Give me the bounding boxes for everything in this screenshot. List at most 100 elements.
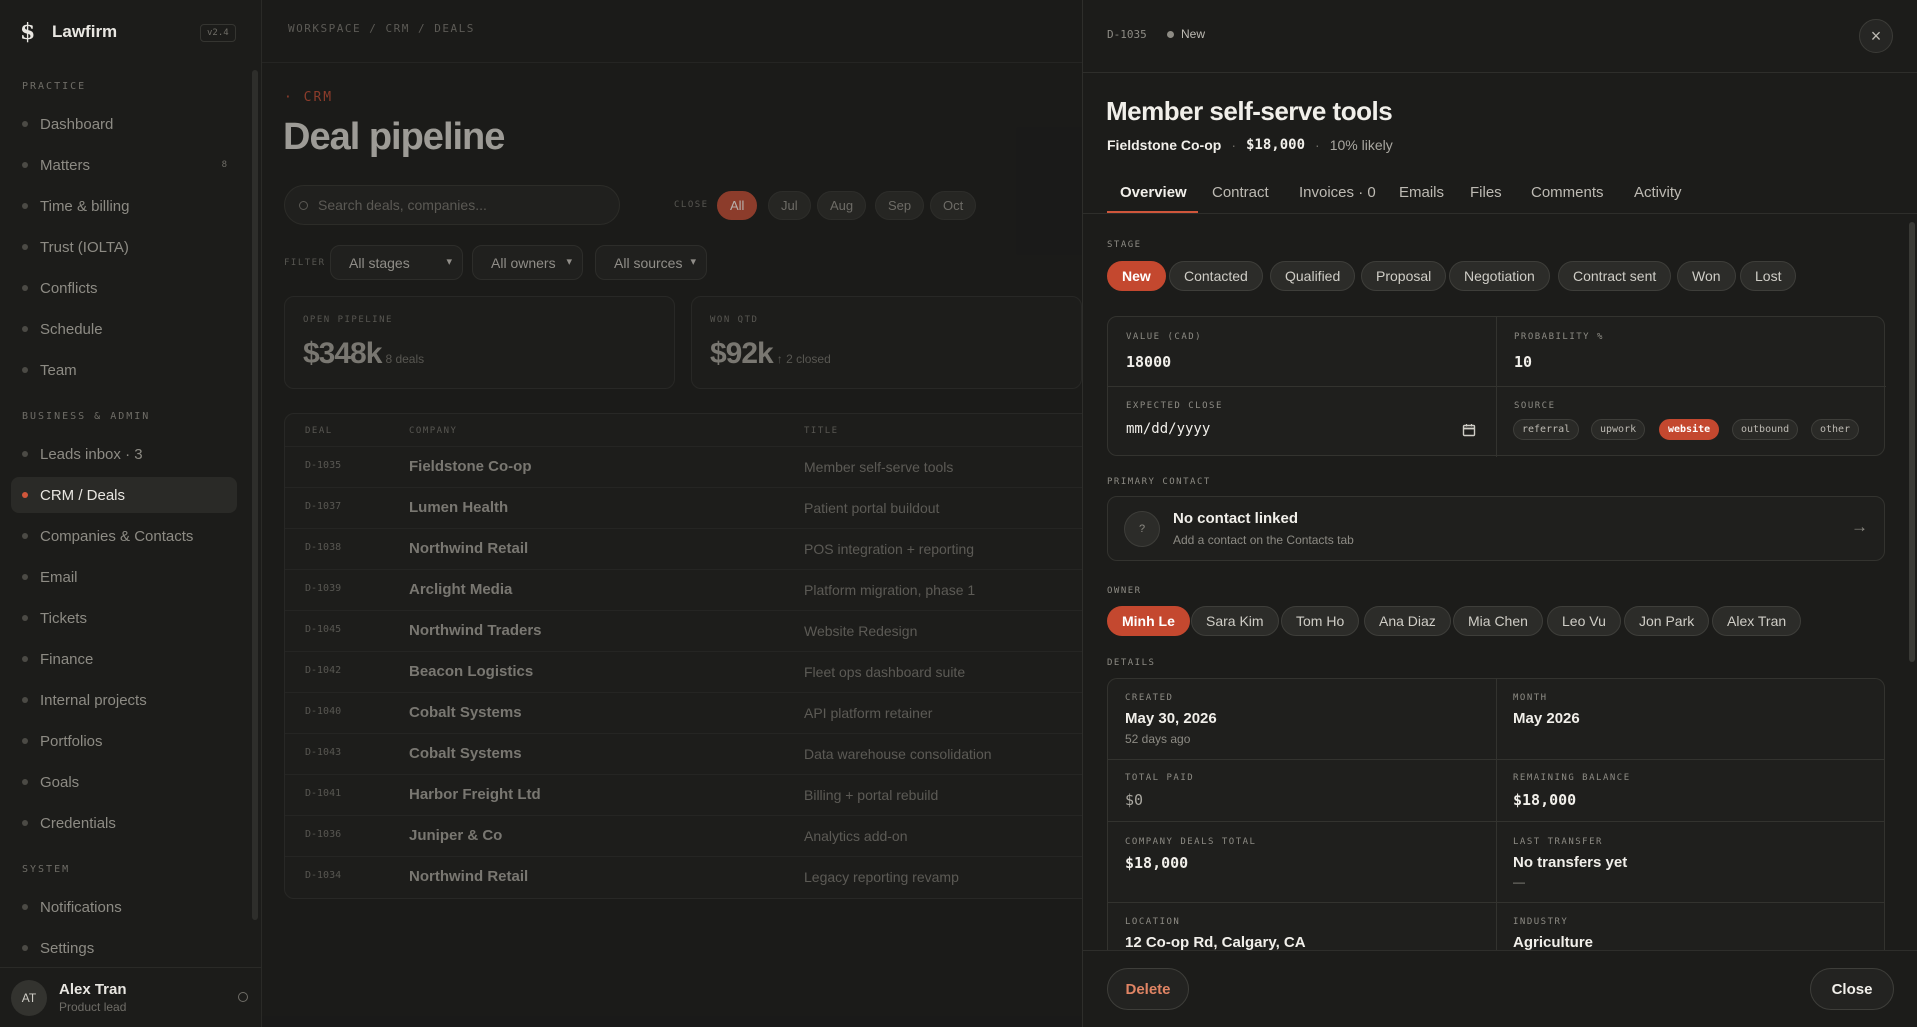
industry: Agriculture xyxy=(1513,934,1594,950)
owner-select[interactable]: All owners ▾ xyxy=(472,245,583,280)
table-row[interactable]: D-1042 Beacon Logistics Fleet ops dashboar… xyxy=(285,651,1103,692)
count-badge: 8 xyxy=(221,160,227,170)
table-row[interactable]: D-1041 Harbor Freight Ltd Billing + portal… xyxy=(285,774,1103,815)
close-button[interactable]: Close xyxy=(1810,968,1894,1010)
owner-jon-park[interactable]: Jon Park xyxy=(1624,606,1710,636)
close-filter-sep[interactable]: Sep xyxy=(875,191,925,220)
tab-contract[interactable]: Contract xyxy=(1212,184,1269,201)
sidebar-item-internal-projects[interactable]: Internal projects xyxy=(11,682,237,718)
dot-icon xyxy=(22,492,28,498)
tab-overview[interactable]: Overview xyxy=(1120,184,1187,201)
stage-contract-sent[interactable]: Contract sent xyxy=(1558,261,1672,291)
sidebar-item-tickets[interactable]: Tickets xyxy=(11,600,237,636)
stage-contacted[interactable]: Contacted xyxy=(1169,261,1263,291)
table-row[interactable]: D-1034 Northwind Retail Legacy reporting r… xyxy=(285,856,1103,897)
user-profile[interactable]: AT Alex Tran Product lead xyxy=(0,967,262,1027)
sidebar-item-matters[interactable]: Matters 8 xyxy=(11,147,237,183)
close-filter-oct[interactable]: Oct xyxy=(930,191,977,220)
table-row[interactable]: D-1037 Lumen Health Patient portal buildou… xyxy=(285,487,1103,528)
stage-proposal[interactable]: Proposal xyxy=(1361,261,1447,291)
company-cell: Juniper & Co xyxy=(409,827,503,844)
expected-close-input[interactable]: mm/dd/yyyy xyxy=(1126,421,1210,437)
sidebar-item-email[interactable]: Email xyxy=(11,559,237,595)
table-row[interactable]: D-1045 Northwind Traders Website Redesign xyxy=(285,610,1103,651)
stage-won[interactable]: Won xyxy=(1677,261,1736,291)
sidebar-item-companies-contacts[interactable]: Companies & Contacts xyxy=(11,518,237,554)
sidebar-item-finance[interactable]: Finance xyxy=(11,641,237,677)
close-filter-jul[interactable]: Jul xyxy=(768,191,811,220)
drawer-scrollbar[interactable] xyxy=(1909,222,1915,662)
sidebar-item-schedule[interactable]: Schedule xyxy=(11,311,237,347)
owner-minh-le[interactable]: Minh Le xyxy=(1107,606,1190,636)
title-cell: Website Redesign xyxy=(804,623,918,639)
source-upwork[interactable]: upwork xyxy=(1591,419,1646,440)
close-icon[interactable]: × xyxy=(1859,19,1893,53)
deal-id-cell: D-1036 xyxy=(305,829,342,840)
close-filter-aug[interactable]: Aug xyxy=(817,191,867,220)
stage-label: STAGE xyxy=(1107,240,1142,250)
sidebar-item-crm-deals[interactable]: CRM / Deals xyxy=(11,477,237,513)
title-cell: Patient portal buildout xyxy=(804,500,940,516)
tab-emails[interactable]: Emails xyxy=(1399,184,1444,201)
arrow-right-icon: → xyxy=(1851,517,1868,536)
tab-invoices[interactable]: Invoices · 0 xyxy=(1299,184,1376,201)
table-row[interactable]: D-1036 Juniper & Co Analytics add-on xyxy=(285,815,1103,856)
stage-new[interactable]: New xyxy=(1107,261,1166,291)
sidebar-item-portfolios[interactable]: Portfolios xyxy=(11,723,237,759)
sidebar-item-team[interactable]: Team xyxy=(11,352,237,388)
source-other[interactable]: other xyxy=(1811,419,1860,440)
table-row[interactable]: D-1035 Fieldstone Co-op Member self-serve … xyxy=(285,446,1103,487)
sidebar-item-conflicts[interactable]: Conflicts xyxy=(11,270,237,306)
table-row[interactable]: D-1038 Northwind Retail POS integration + … xyxy=(285,528,1103,569)
source-referral[interactable]: referral xyxy=(1513,419,1580,440)
gear-icon[interactable] xyxy=(238,992,248,1002)
probability-input[interactable]: 10 xyxy=(1514,353,1532,371)
calendar-icon[interactable] xyxy=(1462,423,1476,437)
owner-sara-kim[interactable]: Sara Kim xyxy=(1191,606,1279,636)
sidebar-item-settings[interactable]: Settings xyxy=(11,930,237,966)
source-website[interactable]: website xyxy=(1659,419,1720,440)
sidebar-item-trust[interactable]: Trust (IOLTA) xyxy=(11,229,237,265)
sidebar-item-credentials[interactable]: Credentials xyxy=(11,805,237,841)
tab-files[interactable]: Files xyxy=(1470,184,1502,201)
company-cell: Northwind Retail xyxy=(409,540,529,557)
owner-mia-chen[interactable]: Mia Chen xyxy=(1453,606,1543,636)
sidebar-item-time-billing[interactable]: Time & billing xyxy=(11,188,237,224)
dot-icon xyxy=(22,451,28,457)
value-input[interactable]: 18000 xyxy=(1126,353,1171,371)
delete-button[interactable]: Delete xyxy=(1107,968,1189,1010)
table-row[interactable]: D-1040 Cobalt Systems API platform retaine… xyxy=(285,692,1103,733)
sidebar-item-goals[interactable]: Goals xyxy=(11,764,237,800)
source-outbound[interactable]: outbound xyxy=(1732,419,1799,440)
source-select[interactable]: All sources ▾ xyxy=(595,245,707,280)
breadcrumb: WORKSPACE / CRM / DEALS xyxy=(288,22,475,35)
close-filter-all[interactable]: All xyxy=(717,191,758,220)
primary-contact-card[interactable]: ? No contact linked Add a contact on the… xyxy=(1107,496,1885,561)
table-row[interactable]: D-1043 Cobalt Systems Data warehouse conso… xyxy=(285,733,1103,774)
sidebar-item-notifications[interactable]: Notifications xyxy=(11,889,237,925)
stage-qualified[interactable]: Qualified xyxy=(1270,261,1356,291)
nav-section-practice: PRACTICE xyxy=(22,81,87,92)
deal-title: Member self-serve tools xyxy=(1106,96,1393,126)
brand[interactable]: $ Lawfirm xyxy=(20,20,117,44)
tab-comments[interactable]: Comments xyxy=(1531,184,1604,201)
stage-negotiation[interactable]: Negotiation xyxy=(1449,261,1550,291)
owner-alex-tran[interactable]: Alex Tran xyxy=(1712,606,1802,636)
tab-activity[interactable]: Activity xyxy=(1634,184,1682,201)
created-relative: 52 days ago xyxy=(1125,732,1191,746)
stage-select[interactable]: All stages ▾ xyxy=(330,245,463,280)
dot-icon xyxy=(22,615,28,621)
owner-leo-vu[interactable]: Leo Vu xyxy=(1547,606,1621,636)
sidebar-item-leads-inbox[interactable]: Leads inbox · 3 xyxy=(11,436,237,472)
nav-section-business: BUSINESS & ADMIN xyxy=(22,411,151,422)
owner-tom-ho[interactable]: Tom Ho xyxy=(1281,606,1360,636)
search-input[interactable]: Search deals, companies... xyxy=(284,185,620,225)
user-role: Product lead xyxy=(59,1000,127,1014)
stage-lost[interactable]: Lost xyxy=(1740,261,1797,291)
sidebar-item-dashboard[interactable]: Dashboard xyxy=(11,106,237,142)
dot-icon xyxy=(22,121,28,127)
kpi-won-qtd: WON QTD $92k ↑ 2 closed xyxy=(691,296,1082,389)
sidebar-scrollbar[interactable] xyxy=(252,70,258,920)
table-row[interactable]: D-1039 Arclight Media Platform migration, … xyxy=(285,569,1103,610)
owner-ana-diaz[interactable]: Ana Diaz xyxy=(1364,606,1451,636)
